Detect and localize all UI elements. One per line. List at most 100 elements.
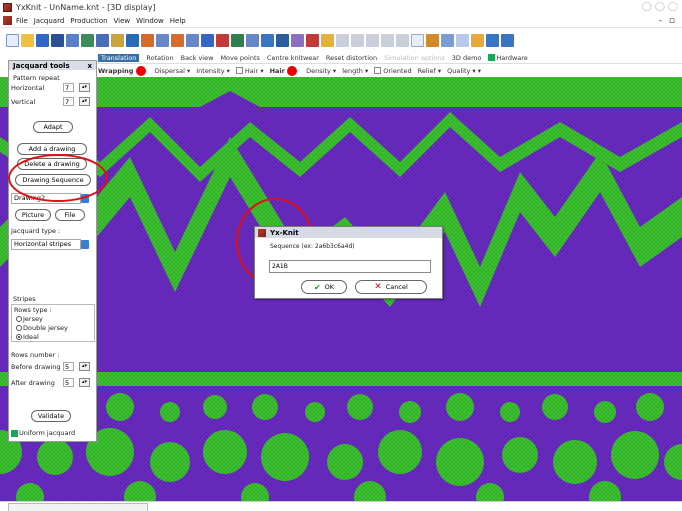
dropdown-icon[interactable]: [246, 33, 259, 47]
validate-button[interactable]: Validate: [31, 410, 71, 422]
pattern-icon[interactable]: [111, 33, 124, 47]
menu-view[interactable]: View: [114, 17, 131, 25]
picture-button[interactable]: Picture: [15, 209, 51, 221]
color-icon[interactable]: [471, 33, 484, 47]
panel-close-icon[interactable]: x: [87, 62, 92, 70]
after-spinner-icon[interactable]: ▴▾: [79, 378, 90, 387]
table-icon[interactable]: [126, 33, 139, 47]
menu-window[interactable]: Window: [136, 17, 164, 25]
horizontal-input[interactable]: 7: [63, 83, 74, 92]
status-bar: [0, 501, 682, 511]
rotation-button[interactable]: Rotation: [146, 54, 173, 62]
move-points-button[interactable]: Move points: [220, 54, 259, 62]
maximize-icon[interactable]: ◯: [655, 2, 665, 12]
vertical-input[interactable]: 7: [63, 97, 74, 106]
3d-demo-button[interactable]: 3D demo: [452, 54, 482, 62]
save-icon[interactable]: [36, 33, 49, 47]
view-icon[interactable]: [441, 33, 454, 47]
simulation-options-button[interactable]: Simulation options: [384, 54, 445, 62]
layers-icon[interactable]: [456, 33, 469, 47]
dialog-app-icon: [258, 228, 266, 237]
jacquard-type-select[interactable]: Horizontal stripes: [11, 239, 81, 250]
rows-type-group: Rows type : Jersey Double jersey Ideal: [11, 304, 95, 342]
horizontal-spinner-icon[interactable]: ▴▾: [79, 83, 90, 92]
menu-file[interactable]: File: [16, 17, 28, 25]
knit-icon[interactable]: [216, 33, 229, 47]
dispersal-dropdown[interactable]: Dispersal ▾: [155, 67, 191, 75]
matrix-icon[interactable]: [276, 33, 289, 47]
length-dropdown[interactable]: length ▾: [342, 67, 368, 75]
radio-ideal[interactable]: Ideal: [16, 333, 39, 341]
vertical-spinner-icon[interactable]: ▴▾: [79, 97, 90, 106]
pencil-icon[interactable]: [171, 33, 184, 47]
hardware-checkbox[interactable]: Hardware: [488, 54, 528, 62]
print-preview-icon[interactable]: [66, 33, 79, 47]
dialog-title: Yx-Knit: [270, 228, 299, 237]
print-icon[interactable]: [51, 33, 64, 47]
new-file-icon[interactable]: [6, 33, 19, 47]
oriented-checkbox[interactable]: Oriented: [374, 67, 412, 75]
yarn-icon[interactable]: [231, 33, 244, 47]
intensity-dropdown[interactable]: Intensity ▾: [196, 67, 230, 75]
hair-color-button[interactable]: Hair: [270, 65, 301, 76]
window2-icon[interactable]: [501, 33, 514, 47]
before-drawing-input[interactable]: 5: [63, 362, 74, 371]
quality-dropdown[interactable]: Quality ▾ ▾: [447, 67, 481, 75]
hair-color-icon: [287, 65, 298, 76]
crop-icon[interactable]: [291, 33, 304, 47]
cancel-button[interactable]: ✕ Cancel: [355, 280, 427, 294]
wand-icon[interactable]: [306, 33, 319, 47]
before-spinner-icon[interactable]: ▴▾: [79, 362, 90, 371]
menu-help[interactable]: Help: [170, 17, 186, 25]
drawing-sequence-button[interactable]: Drawing Sequence: [15, 174, 91, 186]
file-button[interactable]: File: [55, 209, 85, 221]
adapt-button[interactable]: Adapt: [33, 121, 73, 133]
minimize-icon[interactable]: ◯: [642, 2, 652, 12]
window1-icon[interactable]: [486, 33, 499, 47]
stitch1-icon[interactable]: [336, 33, 349, 47]
stitch3-icon[interactable]: [366, 33, 379, 47]
save-as-icon[interactable]: [201, 33, 214, 47]
ok-button[interactable]: ✔ OK: [301, 280, 347, 294]
translation-button[interactable]: Translation: [98, 53, 140, 62]
stitch2-icon[interactable]: [351, 33, 364, 47]
sequence-label: Sequence (ex: 2a6b3c6a4d): [270, 243, 355, 250]
close-icon[interactable]: ◯: [668, 2, 678, 12]
hand-icon[interactable]: [426, 33, 439, 47]
hair-checkbox[interactable]: Hair ▾: [235, 67, 264, 75]
menu-production[interactable]: Production: [70, 17, 107, 25]
grid-icon[interactable]: [81, 33, 94, 47]
checkmark-icon: ✔: [313, 282, 321, 292]
brush-icon[interactable]: [141, 33, 154, 47]
rows-number-label: Rows number :: [11, 351, 60, 359]
delete-drawing-button[interactable]: Delete a drawing: [17, 158, 87, 170]
chart-icon[interactable]: [261, 33, 274, 47]
menu-jacquard[interactable]: Jacquard: [34, 17, 65, 25]
mdi-controls-icon[interactable]: - ▫: [659, 16, 677, 26]
arrow-icon[interactable]: [156, 33, 169, 47]
jacquard-type-dropdown-icon[interactable]: [81, 240, 89, 249]
density-dropdown[interactable]: Density ▾: [306, 67, 336, 75]
layout-icon[interactable]: [96, 33, 109, 47]
drawing-dropdown-icon[interactable]: [81, 194, 89, 203]
drawing-select[interactable]: Drawing2: [11, 193, 81, 204]
radio-jersey[interactable]: Jersey: [16, 315, 43, 323]
reset-distortion-button[interactable]: Reset distortion: [326, 54, 377, 62]
uniform-jacquard-checkbox[interactable]: Uniform jacquard: [11, 429, 75, 437]
after-drawing-input[interactable]: 5: [63, 378, 74, 387]
bulb-icon[interactable]: [321, 33, 334, 47]
stitch5-icon[interactable]: [396, 33, 409, 47]
document-tab[interactable]: [8, 503, 148, 511]
zoom-icon[interactable]: [411, 33, 424, 47]
wrapping-button[interactable]: Wrapping: [98, 65, 149, 76]
stitch4-icon[interactable]: [381, 33, 394, 47]
relief-dropdown[interactable]: Relief ▾: [418, 67, 441, 75]
add-drawing-button[interactable]: Add a drawing: [17, 143, 87, 155]
arrow2-icon[interactable]: [186, 33, 199, 47]
sequence-input[interactable]: 2A1B: [269, 260, 431, 273]
centre-knitwear-button[interactable]: Centre knitwear: [267, 54, 319, 62]
open-folder-icon[interactable]: [21, 33, 34, 47]
panel-title: Jacquard tools: [13, 61, 70, 70]
radio-double-jersey[interactable]: Double jersey: [16, 324, 68, 332]
back-view-button[interactable]: Back view: [181, 54, 214, 62]
